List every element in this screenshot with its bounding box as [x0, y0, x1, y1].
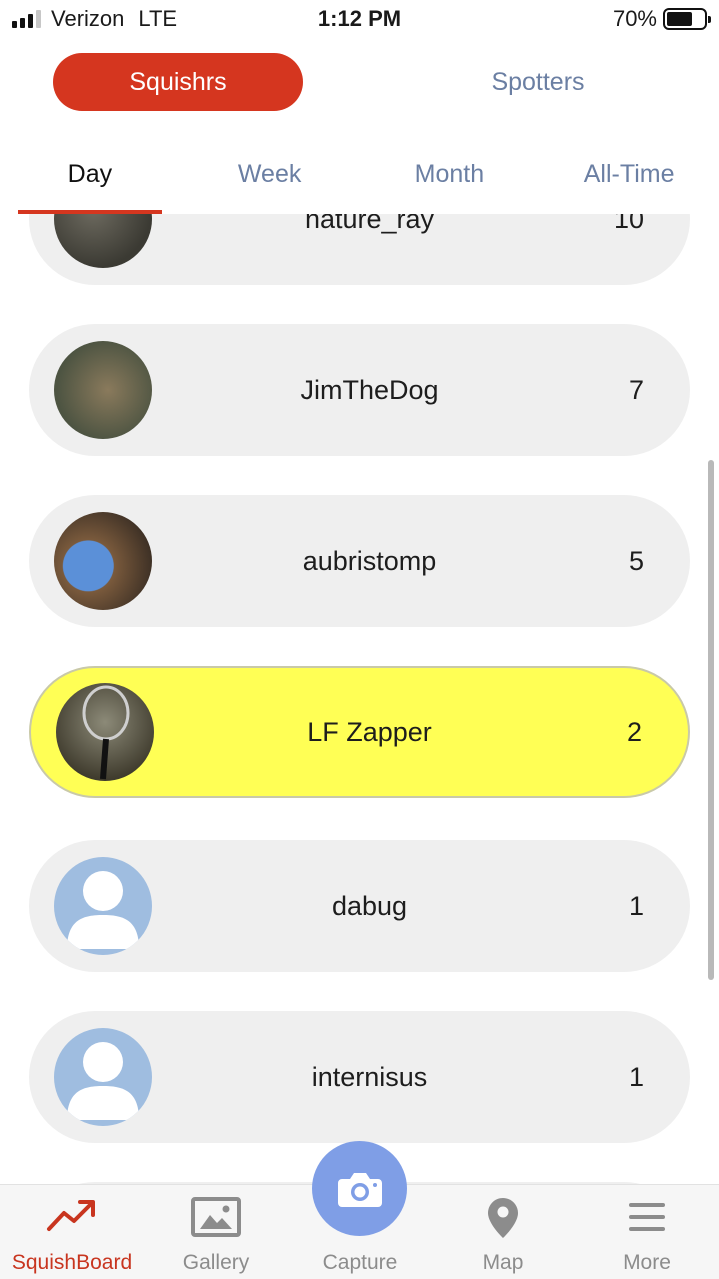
period-tabs: Day Week Month All-Time	[0, 148, 719, 214]
user-score: 1	[628, 891, 644, 921]
user-name: dabug	[331, 891, 408, 921]
scrollbar[interactable]	[708, 460, 714, 980]
user-score: 2	[626, 717, 642, 747]
user-name: LF Zapper	[307, 717, 432, 747]
nav-label: Map	[482, 1251, 524, 1274]
map-pin-icon	[488, 1198, 518, 1238]
camera-icon	[337, 1172, 382, 1207]
leaderboard-row[interactable]: dabug 1	[29, 840, 690, 972]
nav-map[interactable]: Map	[431, 1185, 575, 1279]
status-right: 70%	[612, 6, 711, 32]
user-score: 5	[628, 546, 644, 576]
status-bar: Verizon LTE 1:12 PM 70%	[0, 0, 719, 40]
nav-label: SquishBoard	[11, 1251, 133, 1274]
nav-gallery[interactable]: Gallery	[144, 1185, 288, 1279]
user-name: JimTheDog	[300, 375, 439, 405]
default-user-icon	[54, 857, 152, 955]
leaderboard-row-current-user[interactable]: LF Zapper 2	[29, 666, 690, 798]
user-score: 7	[628, 375, 644, 405]
nav-label: Gallery	[182, 1251, 250, 1274]
squishrs-toggle-button[interactable]: Squishrs	[53, 53, 303, 111]
leaderboard-list[interactable]: nature_ray 10 JimTheDog 7 aubristomp 5 L…	[0, 214, 719, 1184]
nav-squishboard[interactable]: SquishBoard	[0, 1185, 144, 1279]
user-name: aubristomp	[302, 546, 437, 576]
leaderboard-row[interactable]: nature_ray 10	[29, 214, 690, 285]
leaderboard-row[interactable]: internisus 1	[29, 1011, 690, 1143]
user-name: internisus	[311, 1062, 428, 1092]
default-user-icon	[54, 1028, 152, 1126]
clock: 1:12 PM	[317, 6, 402, 31]
capture-button[interactable]	[312, 1141, 407, 1236]
user-score: 10	[613, 214, 644, 234]
leaderboard-type-toggle: Squishrs Spotters	[53, 53, 666, 111]
avatar	[54, 214, 152, 268]
avatar	[56, 683, 154, 781]
tab-all-time[interactable]: All-Time	[539, 148, 719, 214]
battery-icon	[663, 8, 711, 30]
racket-icon	[82, 685, 130, 780]
image-icon	[191, 1197, 241, 1237]
tab-week[interactable]: Week	[180, 148, 360, 214]
hamburger-icon	[629, 1203, 665, 1231]
nav-label: More	[623, 1251, 671, 1274]
leaderboard-row[interactable]: JimTheDog 7	[29, 324, 690, 456]
tab-month[interactable]: Month	[360, 148, 540, 214]
spotters-toggle-button[interactable]: Spotters	[413, 53, 663, 111]
avatar	[54, 512, 152, 610]
avatar	[54, 341, 152, 439]
trend-icon	[47, 1200, 95, 1231]
user-score: 1	[628, 1062, 644, 1092]
nav-label: Capture	[322, 1251, 398, 1274]
user-name: nature_ray	[304, 214, 435, 234]
nav-more[interactable]: More	[575, 1185, 719, 1279]
tab-day[interactable]: Day	[0, 148, 180, 214]
leaderboard-row[interactable]: aubristomp 5	[29, 495, 690, 627]
battery-percent: 70%	[612, 6, 657, 31]
